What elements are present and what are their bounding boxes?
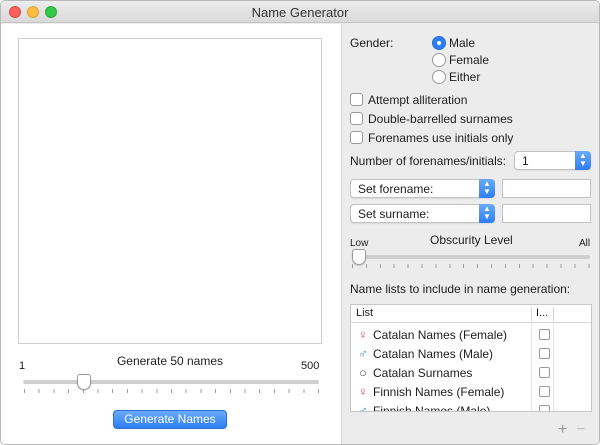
obscurity-slider[interactable] <box>352 255 590 259</box>
name-count-slider-ticks <box>24 389 320 393</box>
count-min-label: 1 <box>19 360 26 372</box>
forenames-count-label: Number of forenames/initials: <box>350 154 507 168</box>
include-checkbox[interactable] <box>539 348 550 359</box>
settings-pane: Gender: Male Female Either Attempt allit… <box>341 24 599 444</box>
column-separator <box>553 307 554 321</box>
include-checkbox[interactable] <box>539 367 550 378</box>
column-separator <box>531 307 532 321</box>
name-count-slider-thumb[interactable] <box>77 374 92 390</box>
surname-popup[interactable]: Set surname: ▲ ▼ <box>350 204 495 223</box>
table-row[interactable]: ♀ Catalan Names (Female) <box>351 326 591 345</box>
generate-names-button[interactable]: Generate Names <box>113 410 227 429</box>
male-icon: ♂ <box>358 403 368 412</box>
obscurity-title: Obscurity Level <box>430 233 513 247</box>
generator-pane: Generate 50 names 1 500 Generate Names <box>1 24 341 444</box>
include-checkbox[interactable] <box>539 329 550 340</box>
obscurity-min-label: Low <box>350 238 369 249</box>
table-row[interactable]: ♀ Finnish Names (Female) <box>351 383 591 402</box>
name-count-slider[interactable] <box>23 380 319 384</box>
table-row[interactable]: ♂ Catalan Names (Male) <box>351 345 591 364</box>
initials-only-checkbox[interactable] <box>350 131 363 144</box>
column-include[interactable]: I... <box>536 307 548 319</box>
list-name: Finnish Names (Female) <box>373 385 505 399</box>
obscurity-slider-thumb[interactable] <box>352 249 366 265</box>
count-max-label: 500 <box>301 360 320 372</box>
obscurity-slider-ticks <box>352 264 590 268</box>
female-icon: ♀ <box>358 384 368 399</box>
generated-names-output[interactable] <box>18 38 322 344</box>
updown-arrows-icon[interactable]: ▲ ▼ <box>479 204 495 223</box>
alliteration-checkbox[interactable] <box>350 93 363 106</box>
include-checkbox[interactable] <box>539 386 550 397</box>
gender-male-radio[interactable] <box>432 36 446 50</box>
gender-label: Gender: <box>350 36 394 50</box>
forenames-count-value: 1 <box>522 154 529 168</box>
neutral-icon: ○ <box>359 365 367 380</box>
name-lists-heading: Name lists to include in name generation… <box>350 282 571 296</box>
double-barrelled-checkbox[interactable] <box>350 112 363 125</box>
surname-input[interactable] <box>502 204 591 223</box>
gender-either-radio[interactable] <box>432 70 446 84</box>
female-icon: ♀ <box>358 327 368 342</box>
generate-count-label: Generate 50 names <box>116 354 224 368</box>
list-name: Catalan Names (Male) <box>373 347 494 361</box>
name-generator-window: Name Generator Generate 50 names 1 500 G… <box>0 0 600 445</box>
double-barrelled-label[interactable]: Double-barrelled surnames <box>368 112 513 126</box>
table-header: List I... <box>351 305 591 323</box>
remove-list-button[interactable]: − <box>576 421 585 439</box>
surname-popup-label: Set surname: <box>358 207 430 221</box>
list-name: Catalan Surnames <box>373 366 473 380</box>
table-row[interactable]: ○ Catalan Surnames <box>351 364 591 383</box>
forename-popup-label: Set forename: <box>358 182 434 196</box>
updown-arrows-icon[interactable]: ▲ ▼ <box>479 179 495 198</box>
gender-either-label[interactable]: Either <box>449 70 480 84</box>
column-list[interactable]: List <box>356 307 373 319</box>
table-row[interactable]: ♂ Finnish Names (Male) <box>351 402 591 412</box>
title-bar: Name Generator <box>1 1 599 23</box>
gender-male-label[interactable]: Male <box>449 36 475 50</box>
list-name: Catalan Names (Female) <box>373 328 508 342</box>
add-list-button[interactable]: + <box>558 421 567 439</box>
obscurity-max-label: All <box>579 238 591 249</box>
gender-female-radio[interactable] <box>432 53 446 67</box>
updown-arrows-icon[interactable]: ▲ ▼ <box>575 151 591 170</box>
forenames-count-stepper[interactable]: 1 ▲ ▼ <box>514 151 591 170</box>
forename-popup[interactable]: Set forename: ▲ ▼ <box>350 179 495 198</box>
initials-only-label[interactable]: Forenames use initials only <box>368 131 513 145</box>
include-checkbox[interactable] <box>539 405 550 411</box>
male-icon: ♂ <box>358 346 368 361</box>
forename-input[interactable] <box>502 179 591 198</box>
window-title: Name Generator <box>251 5 349 20</box>
name-lists-table[interactable]: List I... ♀ Catalan Names (Female) ♂ Catala… <box>350 304 592 412</box>
list-name: Finnish Names (Male) <box>373 404 491 412</box>
gender-female-label[interactable]: Female <box>449 53 489 67</box>
alliteration-label[interactable]: Attempt alliteration <box>368 93 467 107</box>
